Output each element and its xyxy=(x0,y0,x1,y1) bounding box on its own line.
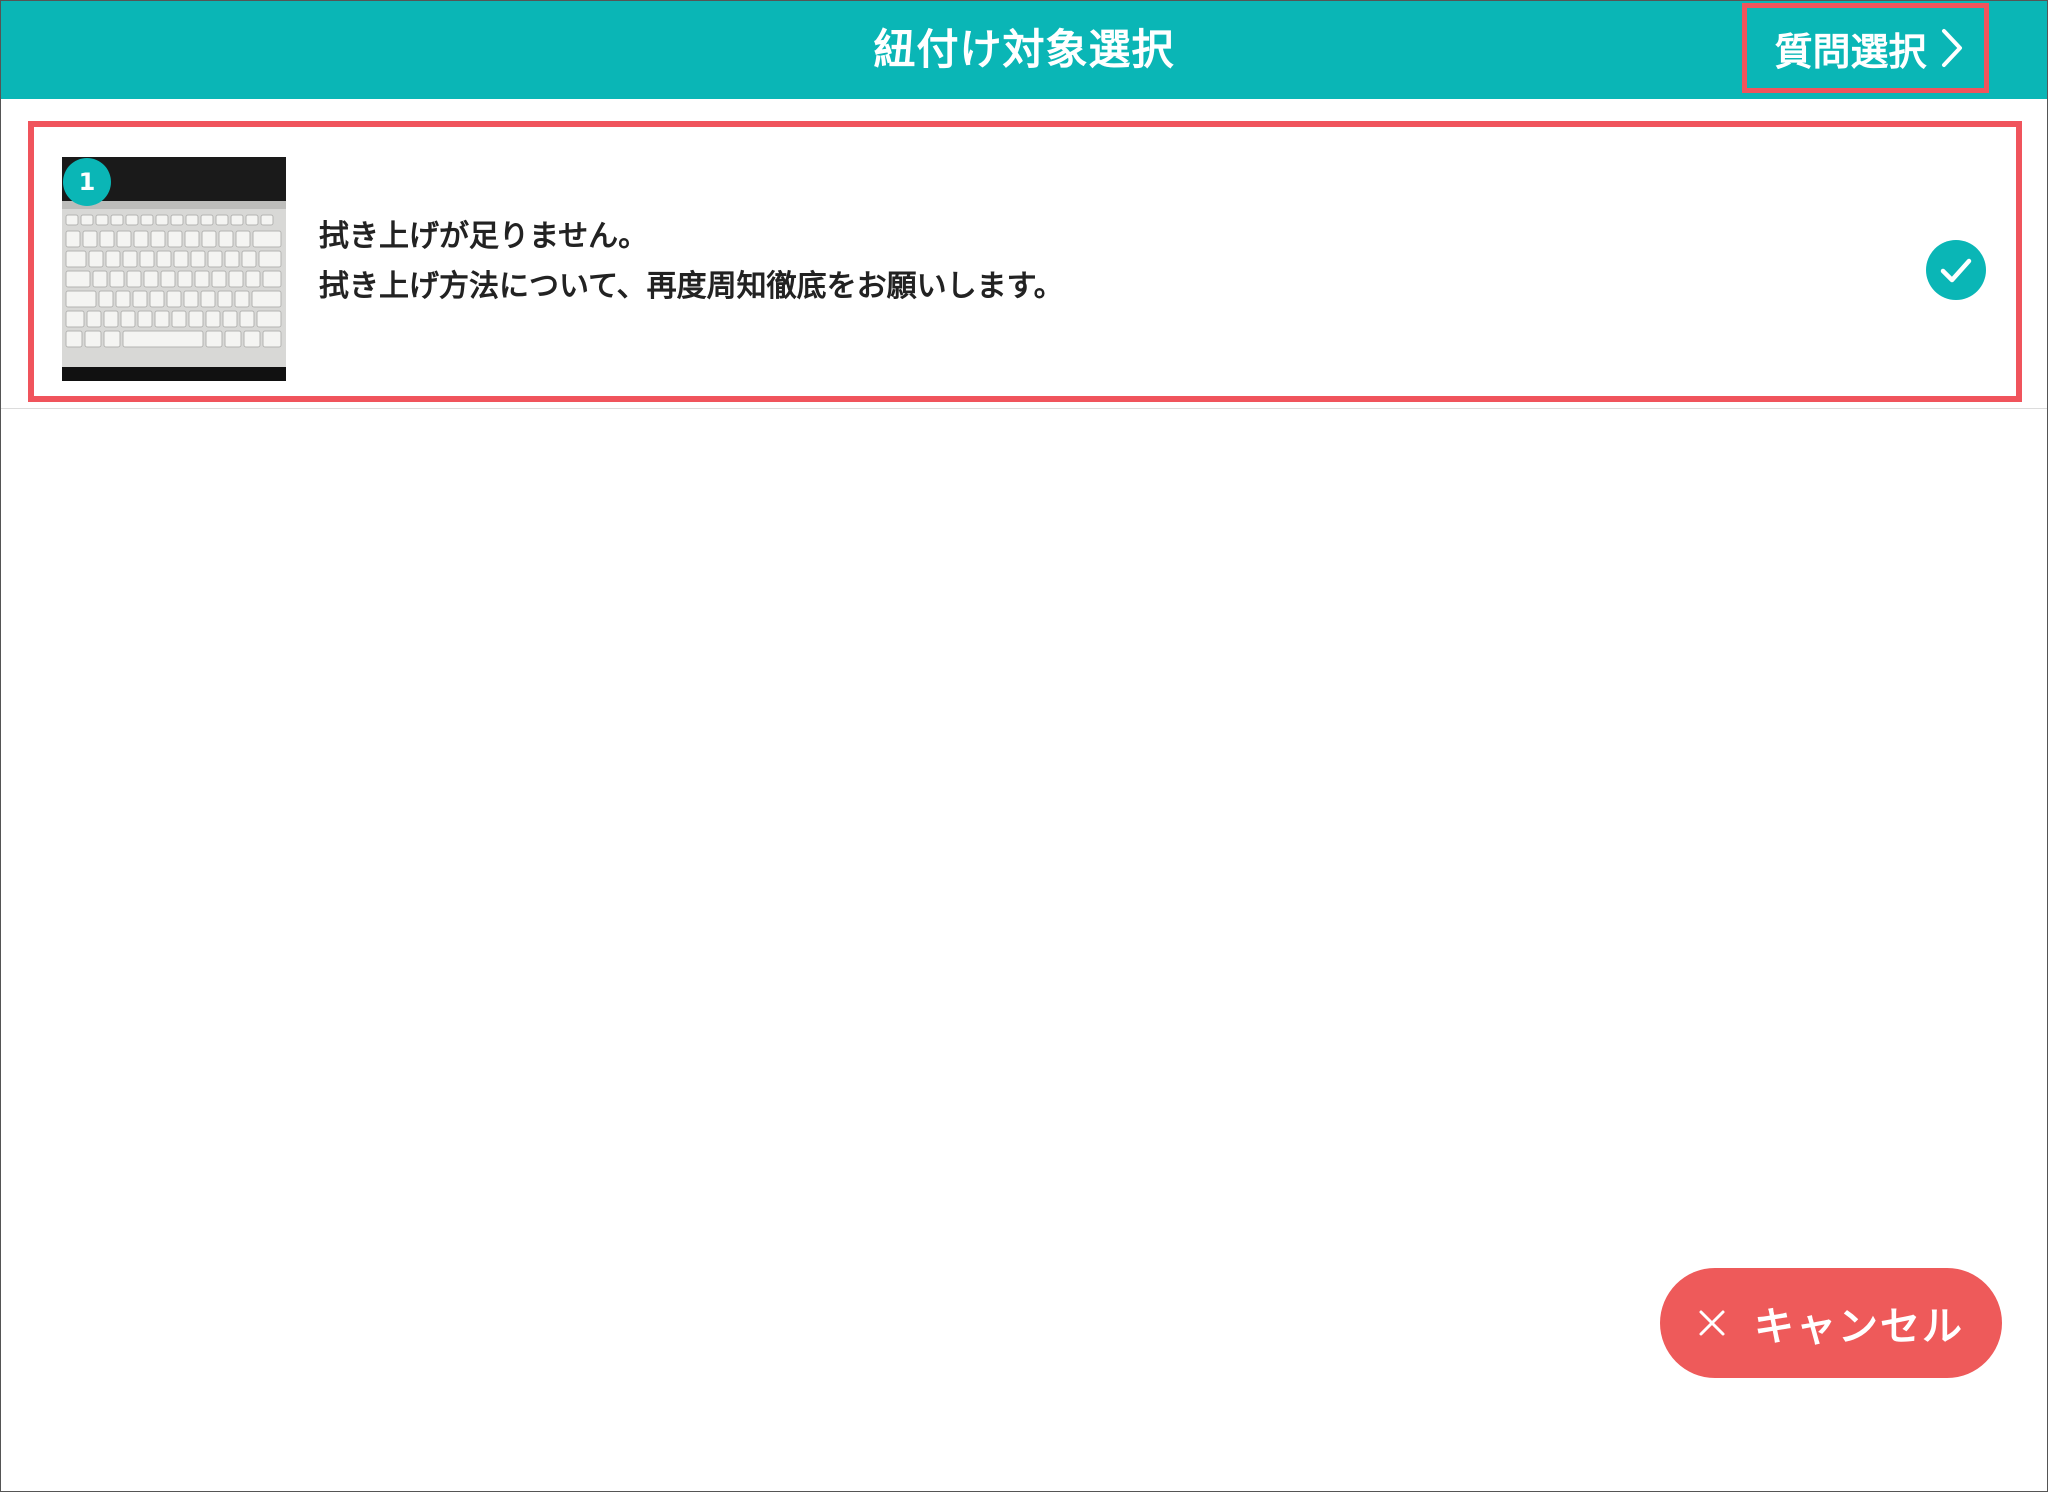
question-select-label: 質問選択 xyxy=(1774,29,1927,74)
cancel-label: キャンセル xyxy=(1754,1304,1964,1350)
chevron-right-icon xyxy=(1941,29,1962,67)
question-select-button[interactable]: 質問選択 xyxy=(1742,3,1989,93)
page-title: 紐付け対象選択 xyxy=(873,25,1175,74)
close-icon xyxy=(1699,1310,1725,1336)
cancel-button[interactable]: キャンセル xyxy=(1660,1268,2002,1378)
header-bar: 紐付け対象選択 質問選択 xyxy=(1,1,2047,99)
item-selection-highlight[interactable] xyxy=(28,121,2022,402)
